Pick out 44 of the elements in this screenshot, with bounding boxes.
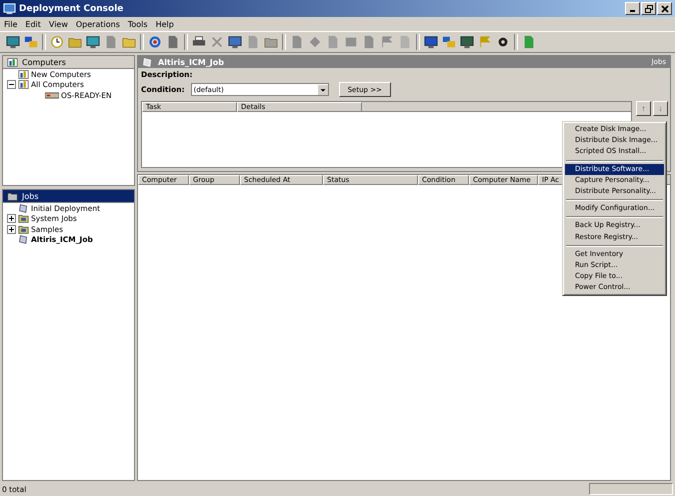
job-icon	[142, 56, 153, 68]
folder-icon[interactable]	[122, 35, 136, 49]
app-icon	[3, 2, 16, 15]
computer-group-icon	[18, 79, 29, 90]
monitor-icon[interactable]	[460, 35, 474, 49]
monitor-icon[interactable]	[86, 35, 100, 49]
page-icon[interactable]	[166, 35, 180, 49]
computer-case-icon	[45, 92, 59, 99]
expand-icon[interactable]	[7, 214, 16, 224]
tree-header[interactable]: Jobs	[3, 190, 134, 203]
menu-item[interactable]: Help	[156, 20, 174, 28]
menu-item[interactable]: View	[48, 20, 68, 28]
computer-group-icon	[18, 68, 29, 80]
folder-icon	[18, 213, 29, 224]
restore-button[interactable]	[641, 2, 656, 15]
job-icon	[18, 202, 29, 214]
folder-icon[interactable]	[68, 35, 82, 49]
restore-icon	[644, 4, 652, 12]
tree-header[interactable]: Computers	[3, 56, 134, 69]
close-button[interactable]	[657, 2, 672, 15]
computers-icon[interactable]	[24, 35, 38, 49]
monitor-icon[interactable]	[424, 35, 438, 49]
computers-icon[interactable]	[442, 35, 456, 49]
move-button[interactable]: ↑	[636, 101, 651, 116]
minimize-button[interactable]	[625, 2, 640, 15]
collapse-icon[interactable]	[7, 80, 16, 90]
menu-item[interactable]: Edit	[25, 20, 41, 28]
menu-item[interactable]: Operations	[76, 20, 120, 28]
clock-icon[interactable]	[50, 35, 64, 49]
menu-item[interactable]: File	[4, 20, 18, 28]
close-icon	[660, 4, 668, 12]
monitor-icon[interactable]	[228, 35, 242, 49]
folder-icon	[7, 190, 18, 202]
menu-item[interactable]: Tools	[128, 20, 148, 28]
move-button[interactable]: ↓	[653, 101, 668, 116]
computer-group-icon	[7, 56, 18, 68]
window-title: Deployment Console	[19, 4, 124, 14]
job-title: Altiris_ICM_Job	[158, 58, 225, 66]
folder-icon[interactable]	[264, 35, 278, 49]
job-icon	[18, 234, 29, 246]
monitor-icon[interactable]	[6, 35, 20, 49]
minimize-icon	[630, 10, 635, 12]
folder-icon	[18, 224, 29, 235]
expand-icon[interactable]	[7, 224, 16, 234]
